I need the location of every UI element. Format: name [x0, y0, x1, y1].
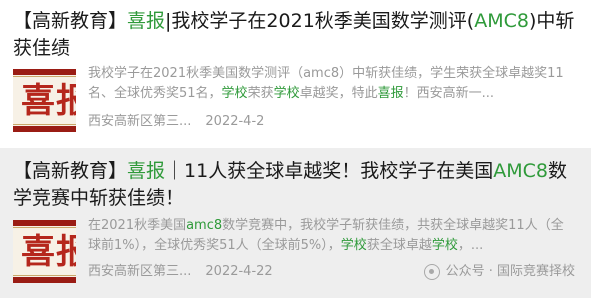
summary-text: 卓越奖，特此 [299, 86, 378, 101]
article-date: 2022-4-22 [205, 264, 273, 279]
watermark: 公众号 · 国际竞赛择校 [423, 263, 575, 281]
summary-text: 在2021秋季美国 [88, 218, 187, 233]
title-highlight: 喜报 [127, 160, 166, 182]
title-highlight: 喜报 [127, 10, 166, 32]
article-thumbnail[interactable]: 喜报 [13, 220, 76, 283]
article-card-1[interactable]: 【高新教育】喜报|我校学子在2021秋季美国数学测评(AMC8)中斩获佳绩 喜报… [0, 0, 591, 148]
title-text: ｜11人获全球卓越奖！我校学子在美国 [165, 160, 494, 182]
thumb-border-bottom [13, 275, 76, 283]
summary-text: 获全球卓越 [366, 238, 432, 253]
summary-highlight: 学校 [273, 86, 300, 101]
title-highlight: AMC8 [493, 160, 548, 182]
thumb-border-top [13, 69, 76, 77]
title-prefix: 【高新教育】 [13, 160, 128, 182]
article-source[interactable]: 西安高新区第三... [88, 114, 191, 129]
summary-text: 荣获 [247, 86, 274, 101]
thumb-border-bottom [13, 124, 76, 132]
article-summary: 我校学子在2021秋季美国数学测评（amc8）中斩获佳绩，学生荣获全球卓越奖11… [88, 64, 576, 104]
article-card-2[interactable]: 【高新教育】喜报｜11人获全球卓越奖！我校学子在美国AMC8数学竞赛中斩获佳绩！… [0, 148, 591, 298]
article-meta: 西安高新区第三... 2022-4-22 [88, 263, 273, 281]
summary-text: ！西安高新一... [403, 86, 495, 101]
wechat-icon [423, 264, 440, 280]
article-title[interactable]: 【高新教育】喜报｜11人获全球卓越奖！我校学子在美国AMC8数学竞赛中斩获佳绩！ [13, 158, 583, 212]
summary-highlight: 学校 [431, 238, 458, 253]
article-title[interactable]: 【高新教育】喜报|我校学子在2021秋季美国数学测评(AMC8)中斩获佳绩 [13, 8, 583, 62]
summary-text: ，... [457, 238, 484, 253]
thumb-text: 喜报 [21, 81, 76, 121]
article-summary: 在2021秋季美国amc8数学竞赛中，我校学子斩获佳绩，共获全球卓越奖11人（全… [88, 216, 576, 256]
thumb-text: 喜报 [21, 232, 76, 272]
summary-highlight: 学校 [340, 238, 367, 253]
article-source[interactable]: 西安高新区第三... [88, 264, 191, 279]
summary-highlight: amc8 [186, 218, 223, 233]
article-meta: 西安高新区第三... 2022-4-2 [88, 113, 264, 131]
article-thumbnail[interactable]: 喜报 [13, 69, 76, 132]
title-prefix: 【高新教育】 [13, 10, 128, 32]
title-text: |我校学子在2021秋季美国数学测评( [165, 10, 475, 32]
title-highlight: AMC8 [474, 10, 529, 32]
article-date: 2022-4-2 [205, 114, 265, 129]
summary-highlight: 喜报 [377, 86, 404, 101]
summary-highlight: 学校 [221, 86, 248, 101]
thumb-border-top [13, 220, 76, 228]
watermark-text: 公众号 · 国际竞赛择校 [445, 264, 575, 279]
